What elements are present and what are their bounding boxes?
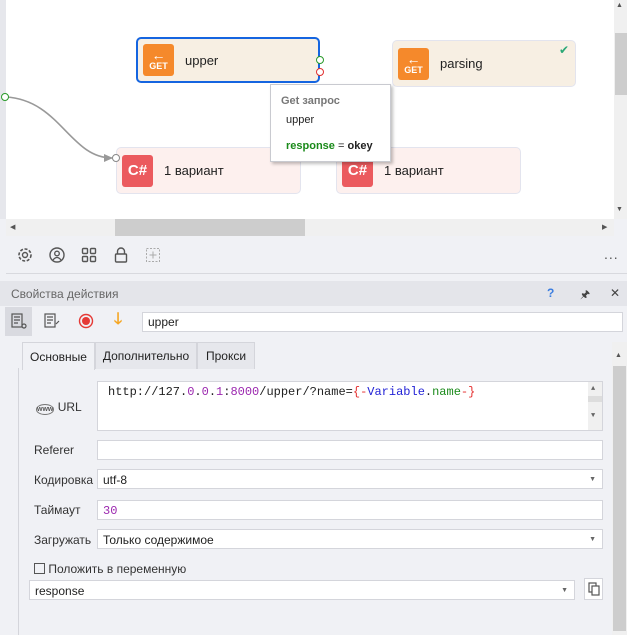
- breakpoint-icon[interactable]: [76, 311, 96, 331]
- scroll-thumb[interactable]: [613, 366, 626, 631]
- panel-header: Свойства действия ? 🖈 ✕: [0, 281, 627, 306]
- user-icon[interactable]: [47, 245, 67, 265]
- node-tooltip: Get запрос upper response = okey: [270, 84, 391, 162]
- referer-input[interactable]: [97, 440, 603, 460]
- lock-icon[interactable]: [111, 245, 131, 265]
- tab-basic[interactable]: Основные: [22, 342, 95, 370]
- node-label: 1 вариант: [384, 163, 444, 178]
- encoding-label: Кодировка: [34, 473, 94, 487]
- action-name-input[interactable]: upper: [142, 312, 623, 332]
- more-menu-button[interactable]: ...: [604, 246, 619, 262]
- panel-vertical-scrollbar[interactable]: ▲: [612, 342, 627, 635]
- tooltip-title: Get запрос: [281, 95, 340, 107]
- load-select[interactable]: Только содержимое ▼: [97, 529, 603, 549]
- chevron-down-icon: ▼: [589, 476, 596, 483]
- tooltip-result: response = okey: [286, 140, 373, 152]
- get-icon: ← GET: [398, 47, 429, 80]
- node-label: upper: [185, 52, 219, 68]
- url-label: www URL: [36, 400, 82, 415]
- close-button[interactable]: ✕: [610, 286, 620, 300]
- input-port[interactable]: [112, 154, 120, 162]
- load-label: Загружать: [34, 533, 92, 547]
- save-to-variable-select[interactable]: response ▼: [29, 580, 575, 600]
- node-parsing[interactable]: ← GET parsing ✔: [392, 40, 576, 87]
- save-icon: [34, 563, 45, 574]
- properties-tab-button[interactable]: [5, 307, 32, 336]
- node-label: parsing: [440, 56, 483, 71]
- copy-variable-button[interactable]: [584, 578, 603, 600]
- www-icon: www: [36, 404, 55, 415]
- error-port[interactable]: [316, 68, 324, 76]
- notes-icon[interactable]: [42, 311, 62, 331]
- tab-advanced[interactable]: Дополнительно: [95, 342, 197, 369]
- canvas-toolbar: ...: [6, 236, 627, 274]
- help-button[interactable]: ?: [547, 286, 554, 300]
- encoding-select[interactable]: utf-8 ▼: [97, 469, 603, 489]
- canvas-horizontal-scrollbar[interactable]: ◀ ▶: [6, 219, 614, 236]
- get-icon: ← GET: [143, 44, 174, 76]
- chevron-down-icon: ▼: [589, 536, 596, 543]
- node-label: 1 вариант: [164, 163, 224, 178]
- arrow-down-icon[interactable]: 🡓: [108, 311, 128, 331]
- url-scrollbar[interactable]: ▲ ▼: [588, 382, 602, 430]
- workflow-canvas[interactable]: ← GET upper ← GET parsing ✔ C# 1 вариант C…: [0, 0, 614, 219]
- canvas-vertical-scrollbar[interactable]: ▲ ▼: [614, 0, 627, 219]
- tab-proxy[interactable]: Прокси: [197, 342, 255, 369]
- tooltip-name: upper: [286, 114, 315, 126]
- save-to-label: Положить в переменную: [34, 562, 186, 576]
- success-port[interactable]: [316, 56, 324, 64]
- url-input[interactable]: http://127.0.0.1:8000/upper/?name={-Vari…: [97, 381, 603, 431]
- grid-icon[interactable]: [79, 245, 99, 265]
- check-icon: ✔: [558, 43, 569, 57]
- scroll-thumb[interactable]: [615, 33, 627, 95]
- chevron-down-icon: ▼: [561, 587, 568, 594]
- referer-label: Referer: [34, 443, 75, 457]
- panel-title: Свойства действия: [11, 287, 119, 301]
- gear-icon[interactable]: [15, 245, 35, 265]
- timeout-label: Таймаут: [34, 503, 81, 517]
- scroll-thumb[interactable]: [115, 219, 305, 236]
- node-upper[interactable]: ← GET upper: [136, 37, 320, 83]
- add-icon[interactable]: [143, 245, 163, 265]
- csharp-icon: C#: [122, 154, 153, 187]
- pin-icon[interactable]: 🖈: [580, 286, 590, 305]
- timeout-input[interactable]: 30: [97, 500, 603, 520]
